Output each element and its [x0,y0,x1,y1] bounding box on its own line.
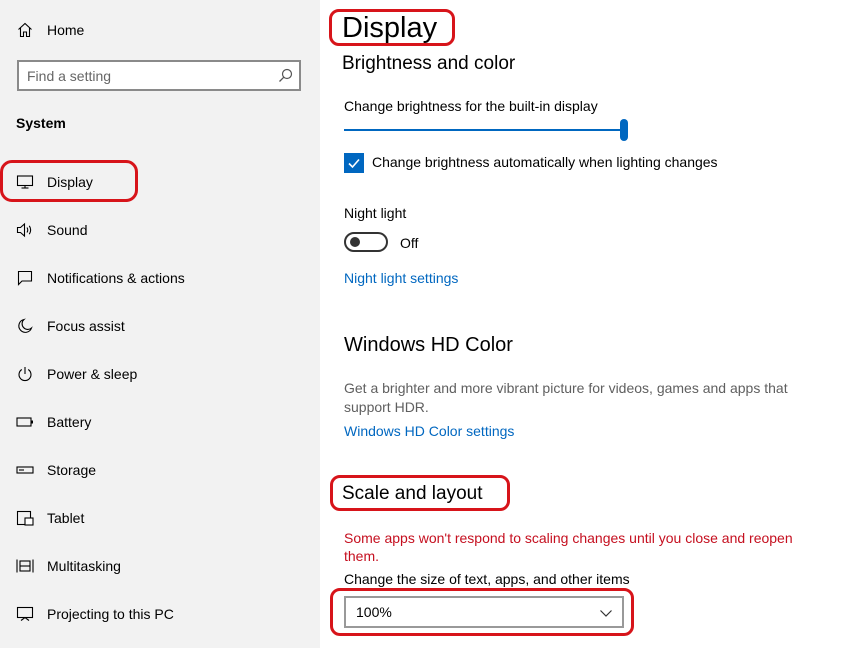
chevron-down-icon [599,606,613,620]
hd-color-settings-link[interactable]: Windows HD Color settings [344,423,514,439]
sidebar-item-notifications[interactable]: Notifications & actions [0,258,320,298]
sidebar-item-label: Display [47,174,93,190]
brightness-slider-label: Change brightness for the built-in displ… [344,98,598,114]
sidebar-item-label: Projecting to this PC [47,606,174,622]
sidebar-item-power-sleep[interactable]: Power & sleep [0,354,320,394]
monitor-icon [15,172,35,192]
notification-icon [15,268,35,288]
scale-dropdown[interactable]: 100% [344,596,624,628]
projecting-icon [15,604,35,624]
storage-icon [15,460,35,480]
sidebar-item-label: Power & sleep [47,366,138,382]
checkmark-icon [348,158,360,169]
hd-color-description-line1: Get a brighter and more vibrant picture … [344,380,788,396]
scale-layout-heading: Scale and layout [342,483,483,504]
toggle-knob [350,237,360,247]
search-input[interactable] [27,66,267,86]
slider-fill [344,129,624,131]
sidebar-home[interactable]: Home [0,10,320,50]
sidebar-item-label: Storage [47,462,97,478]
main-content: Display Brightness and color Change brig… [320,0,843,648]
tablet-icon [15,508,35,528]
night-light-state: Off [400,235,419,251]
sidebar-item-display[interactable]: Display [0,162,320,202]
search-box[interactable] [17,60,301,91]
battery-icon [15,412,35,432]
speaker-icon [15,220,35,240]
sidebar-item-label: Tablet [47,510,85,526]
sidebar-item-label: Multitasking [47,558,121,574]
auto-brightness-label[interactable]: Change brightness automatically when lig… [372,154,718,170]
scaling-warning-line1: Some apps won't respond to scaling chang… [344,530,793,546]
hd-color-heading: Windows HD Color [344,334,513,356]
sidebar-item-label: Battery [47,414,92,430]
sidebar-home-label: Home [47,22,85,38]
sidebar-item-tablet[interactable]: Tablet [0,498,320,538]
sidebar-item-projecting[interactable]: Projecting to this PC [0,594,320,634]
night-light-toggle[interactable] [344,232,388,252]
sidebar-item-label: Sound [47,222,88,238]
home-icon [15,20,35,40]
power-icon [15,364,35,384]
night-light-settings-link[interactable]: Night light settings [344,270,458,286]
scale-size-label: Change the size of text, apps, and other… [344,571,630,587]
sidebar-item-multitasking[interactable]: Multitasking [0,546,320,586]
sidebar-item-label: Notifications & actions [47,270,185,286]
sidebar-item-label: Focus assist [47,318,125,334]
sidebar-item-focus-assist[interactable]: Focus assist [0,306,320,346]
sidebar-item-storage[interactable]: Storage [0,450,320,490]
sidebar-item-sound[interactable]: Sound [0,210,320,250]
hd-color-description-line2: support HDR. [344,399,429,415]
search-icon[interactable] [277,67,294,84]
page-title: Display [342,12,438,44]
multitasking-icon [15,556,35,576]
section-title-system: System [16,115,66,131]
brightness-slider[interactable] [344,119,628,141]
moon-icon [15,316,35,336]
sidebar: Home System Display Sound Notifications … [0,0,320,648]
scale-dropdown-value: 100% [356,604,392,620]
brightness-heading: Brightness and color [342,53,516,74]
night-light-label: Night light [344,205,407,221]
auto-brightness-checkbox[interactable] [344,153,364,173]
sidebar-item-battery[interactable]: Battery [0,402,320,442]
scaling-warning-line2: them. [344,548,380,564]
slider-thumb[interactable] [620,119,628,141]
